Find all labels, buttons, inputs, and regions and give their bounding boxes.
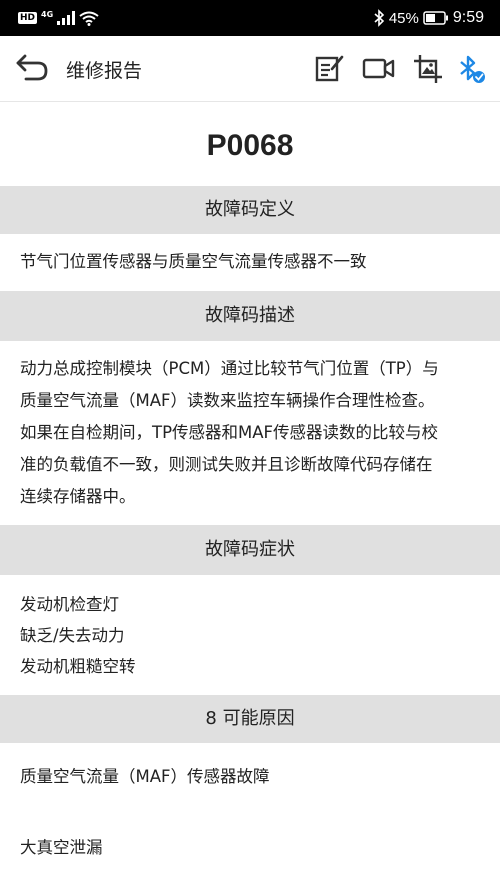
bluetooth-status-icon — [374, 9, 384, 27]
description-line: 如果在自检期间，TP传感器和MAF传感器读数的比较与校 — [20, 423, 439, 442]
symptoms-header: 故障码症状 — [0, 525, 500, 575]
battery-percent: 45% — [388, 9, 419, 27]
bluetooth-button[interactable] — [458, 54, 488, 84]
symptom-item: 发动机检查灯 — [20, 595, 119, 614]
video-camera-icon — [362, 58, 395, 79]
cause-item: 质量空气流量（MAF）传感器故障 — [20, 767, 270, 786]
description-line: 准的负载值不一致，则测试失败并且诊断故障代码存储在 — [20, 455, 433, 474]
page-title: 维修报告 — [66, 60, 143, 82]
description-body: 动力总成控制模块（PCM）通过比较节气门位置（TP）与 质量空气流量（MAF）读… — [0, 341, 500, 525]
battery-icon — [423, 11, 448, 25]
edit-note-icon — [315, 55, 344, 82]
wifi-icon — [79, 11, 99, 26]
description-line: 动力总成控制模块（PCM）通过比较节气门位置（TP）与 — [20, 359, 439, 378]
app-bar: 维修报告 — [0, 36, 500, 102]
description-line: 连续存储器中。 — [20, 487, 136, 506]
hd-badge: HD — [18, 12, 38, 24]
back-button[interactable] — [14, 53, 50, 85]
cause-item: 大真空泄漏 — [20, 838, 103, 857]
causes-body: 质量空气流量（MAF）传感器故障 大真空泄漏 — [0, 743, 500, 863]
status-bar: HD 4G 45% 9:59 — [0, 0, 500, 36]
record-video-button[interactable] — [362, 54, 398, 84]
back-arrow-icon — [16, 54, 48, 81]
symptoms-body: 发动机检查灯 缺乏/失去动力 发动机粗糙空转 — [0, 575, 500, 695]
crop-image-icon — [414, 55, 442, 83]
definition-text: 节气门位置传感器与质量空气流量传感器不一致 — [20, 252, 367, 271]
signal-icon — [57, 11, 76, 25]
definition-body: 节气门位置传感器与质量空气流量传感器不一致 — [0, 234, 500, 291]
edit-report-button[interactable] — [315, 54, 347, 84]
description-header: 故障码描述 — [0, 291, 500, 341]
bluetooth-connected-icon — [460, 55, 485, 83]
definition-header: 故障码定义 — [0, 186, 500, 234]
status-right: 45% 9:59 — [373, 8, 484, 28]
description-line: 质量空气流量（MAF）读数来监控车辆操作合理性检查。 — [20, 391, 435, 410]
network-type: 4G — [41, 9, 54, 19]
screenshot-button[interactable] — [413, 54, 445, 84]
status-left: HD 4G — [18, 9, 99, 27]
causes-header: 8 可能原因 — [0, 695, 500, 743]
fault-code-title: P0068 — [206, 129, 294, 162]
symptom-item: 缺乏/失去动力 — [20, 626, 125, 645]
clock: 9:59 — [452, 9, 484, 26]
symptom-item: 发动机粗糙空转 — [20, 657, 136, 676]
report-content: P0068 故障码定义 节气门位置传感器与质量空气流量传感器不一致 故障码描述 … — [0, 102, 500, 863]
